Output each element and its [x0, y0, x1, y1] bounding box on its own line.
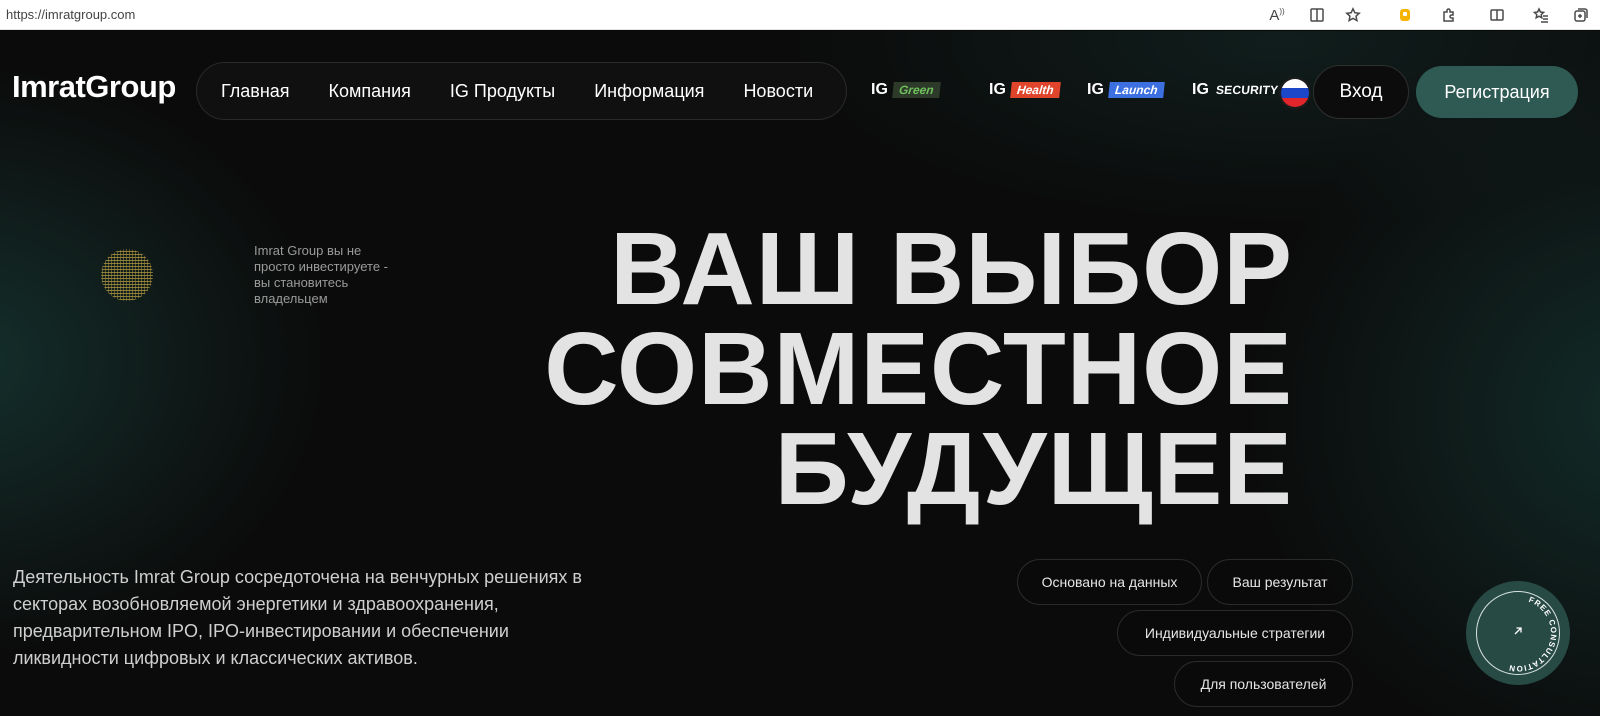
- brand-prefix: IG: [1192, 81, 1209, 98]
- feature-pill-data-driven[interactable]: Основано на данных: [1017, 559, 1202, 605]
- landing-page: ImratGroup Главная Компания IG Продукты …: [0, 31, 1600, 716]
- nav-item-products[interactable]: IG Продукты: [450, 81, 555, 102]
- site-logo[interactable]: ImratGroup: [12, 69, 176, 105]
- free-consultation-button[interactable]: FREE CONSULTATION: [1466, 581, 1570, 685]
- favorite-star-icon[interactable]: [1342, 4, 1364, 26]
- brand-ig-green[interactable]: IG Green: [871, 79, 941, 101]
- brand-prefix: IG: [1087, 81, 1104, 98]
- brand-ig-health[interactable]: IG Health: [989, 79, 1061, 101]
- brand-ig-security[interactable]: IG SECURITY: [1192, 79, 1280, 101]
- login-button[interactable]: Вход: [1313, 65, 1409, 119]
- browser-toolbar: https://imratgroup.com A)): [0, 0, 1600, 30]
- extensions-puzzle-icon[interactable]: [1438, 4, 1460, 26]
- brand-tag-launch: Launch: [1108, 82, 1165, 98]
- brand-prefix: IG: [871, 81, 888, 98]
- favorites-icon[interactable]: [1530, 4, 1552, 26]
- hero-description: Деятельность Imrat Group сосредоточена н…: [13, 567, 582, 668]
- brand-ig-launch[interactable]: IG Launch: [1087, 79, 1165, 101]
- address-bar[interactable]: https://imratgroup.com: [6, 7, 135, 22]
- feature-pill-your-result[interactable]: Ваш результат: [1207, 559, 1353, 605]
- hero-tagline: Imrat Group вы не просто инвестируете - …: [254, 243, 389, 306]
- main-nav: Главная Компания IG Продукты Информация …: [196, 62, 847, 120]
- read-aloud-icon[interactable]: A)): [1266, 4, 1288, 26]
- hero-title: ВАШ ВЫБОР СОВМЕСТНОЕ БУДУЩЕЕ: [544, 211, 1293, 526]
- brand-tag-security: SECURITY: [1215, 83, 1279, 97]
- brand-prefix: IG: [989, 81, 1006, 98]
- hero-title-line-3: БУДУЩЕЕ: [774, 411, 1293, 526]
- nav-item-company[interactable]: Компания: [329, 81, 411, 102]
- nav-item-information[interactable]: Информация: [594, 81, 704, 102]
- hero-title-line-2: СОВМЕСТНОЕ: [544, 311, 1293, 426]
- brand-tag-health: Health: [1010, 82, 1061, 98]
- collections-icon[interactable]: [1570, 4, 1592, 26]
- extension-yellow-icon[interactable]: [1394, 4, 1416, 26]
- immersive-reader-icon[interactable]: [1306, 4, 1328, 26]
- arrow-up-right-icon: [1510, 623, 1526, 639]
- feature-pill-individual-strategies[interactable]: Индивидуальные стратегии: [1117, 610, 1353, 656]
- register-button[interactable]: Регистрация: [1416, 66, 1578, 118]
- brand-tag-green: Green: [892, 82, 941, 98]
- feature-pill-for-users[interactable]: Для пользователей: [1174, 661, 1353, 707]
- nav-item-home[interactable]: Главная: [221, 81, 290, 102]
- split-screen-icon[interactable]: [1486, 4, 1508, 26]
- language-flag-icon[interactable]: [1279, 77, 1311, 109]
- globe-icon: [96, 244, 158, 306]
- hero-title-line-1: ВАШ ВЫБОР: [610, 211, 1293, 326]
- nav-item-news[interactable]: Новости: [743, 81, 813, 102]
